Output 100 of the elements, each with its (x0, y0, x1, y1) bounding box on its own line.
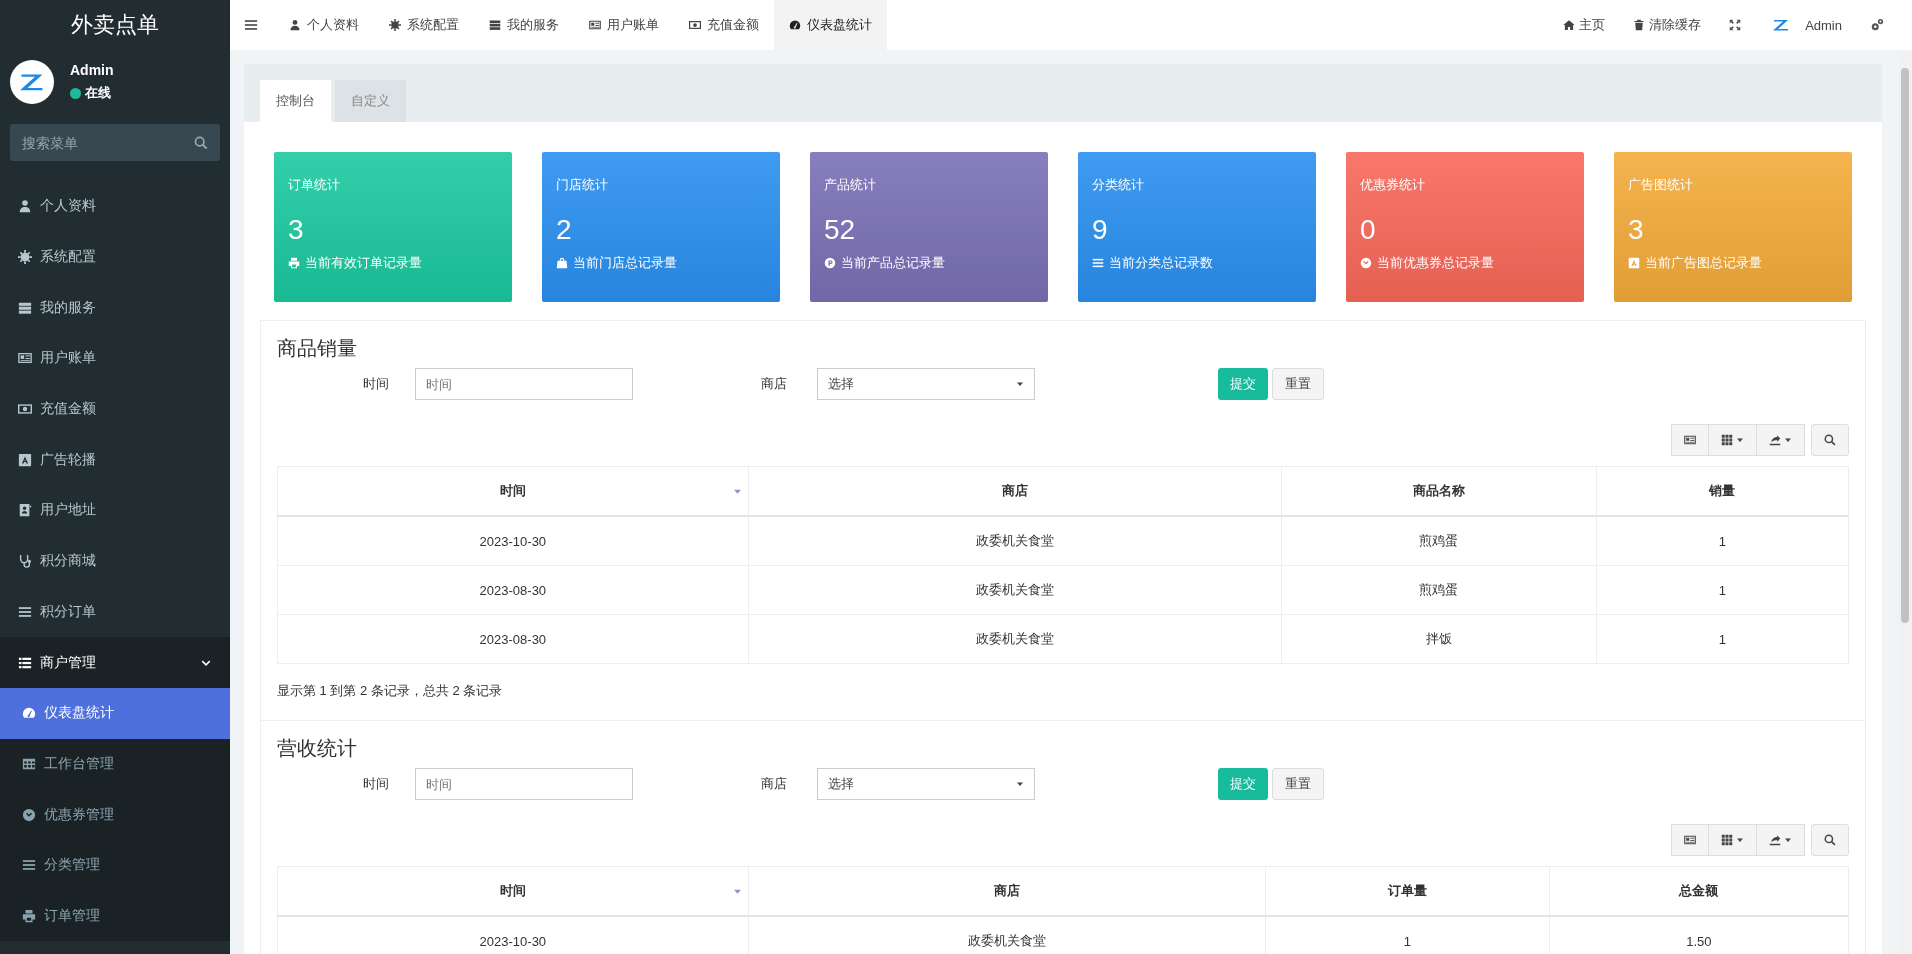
time-input-field[interactable]: 时间 (415, 768, 633, 800)
gauge-icon (789, 19, 801, 31)
grid-icon (1721, 434, 1733, 446)
columns-button[interactable] (1708, 824, 1757, 856)
nav-link[interactable]: 清除缓存 (1619, 16, 1716, 34)
table-cell: 1 (1596, 516, 1849, 566)
reset-button[interactable]: 重置 (1272, 768, 1324, 800)
caret-icon (1016, 380, 1024, 388)
printer-icon (22, 908, 36, 923)
column-header[interactable]: 商品名称 (1281, 466, 1597, 516)
card-title: 产品统计 (824, 176, 877, 194)
banknote-icon (18, 402, 32, 417)
section-title: 营收统计 (277, 736, 358, 761)
time-input-field[interactable]: 时间 (415, 368, 633, 400)
column-header[interactable]: 时间 (277, 466, 749, 516)
columns-button[interactable] (1708, 424, 1757, 456)
table-icon (22, 756, 36, 771)
nav-tab[interactable]: 用户账单 (574, 0, 674, 50)
column-header[interactable]: 总金额 (1549, 866, 1849, 916)
list-icon (22, 858, 36, 873)
sidebar-item[interactable]: 个人资料 (0, 181, 230, 232)
nav-tab[interactable]: 个人资料 (274, 0, 374, 50)
search-icon (1824, 434, 1836, 446)
table-cell: 煎鸡蛋 (1281, 516, 1597, 566)
search-icon (1824, 834, 1836, 846)
list-icon (1092, 257, 1104, 269)
column-header[interactable]: 销量 (1596, 466, 1849, 516)
toggle-view-button[interactable] (1671, 424, 1709, 456)
shop-select[interactable]: 选择 (817, 768, 1035, 800)
sidebar-item[interactable]: 系统配置 (0, 231, 230, 283)
toggle-view-button[interactable] (1671, 824, 1709, 856)
table-cell: 政委机关食堂 (748, 614, 1282, 664)
pagination-info: 显示第 1 到第 2 条记录，总共 2 条记录 (277, 682, 504, 700)
search-button[interactable] (1811, 824, 1849, 856)
export-button[interactable] (1756, 424, 1805, 456)
fullscreen-icon[interactable] (1729, 19, 1742, 31)
nav-tab[interactable]: 我的服务 (474, 0, 574, 50)
card-title: 广告图统计 (1628, 176, 1694, 194)
ad-icon (1628, 257, 1640, 269)
sort-icon (732, 487, 742, 496)
column-header[interactable]: 时间 (277, 866, 749, 916)
sidebar-subitem[interactable]: 分类管理 (0, 839, 230, 891)
table-cell: 2023-08-30 (277, 614, 749, 664)
page-tab[interactable]: 控制台 (260, 80, 331, 122)
nav-tab[interactable]: 系统配置 (374, 0, 474, 50)
nav-tab[interactable]: 充值金额 (674, 0, 774, 50)
column-header[interactable]: 商店 (748, 466, 1282, 516)
card-value: 2 (556, 214, 573, 246)
sidebar-subitem[interactable]: 工作台管理 (0, 738, 230, 790)
nav-tab[interactable]: 仪表盘统计 (774, 0, 887, 50)
user-name: Admin (70, 62, 114, 78)
shop-select[interactable]: 选择 (817, 368, 1035, 400)
sidebar-subitem[interactable]: 订单管理 (0, 890, 230, 942)
user-menu[interactable]: Admin (1755, 17, 1856, 33)
column-header[interactable]: 商店 (748, 866, 1266, 916)
export-button[interactable] (1756, 824, 1805, 856)
menu-icon[interactable] (244, 18, 258, 32)
sidebar-group[interactable]: 商户管理 (0, 637, 230, 688)
nav-link[interactable]: 主页 (1549, 16, 1620, 34)
sidebar-item[interactable]: 积分商城 (0, 535, 230, 587)
caret-icon (1784, 436, 1792, 444)
user-icon (289, 19, 301, 31)
table-cell: 政委机关食堂 (748, 565, 1282, 615)
sidebar-subitem[interactable]: 优惠券管理 (0, 789, 230, 840)
sidebar-item[interactable]: 用户账单 (0, 333, 230, 384)
sidebar-item[interactable]: 充值金额 (0, 383, 230, 435)
avatar-logo-icon (10, 60, 54, 104)
sidebar-item[interactable]: 我的服务 (0, 282, 230, 334)
sidebar-item[interactable]: 用户地址 (0, 485, 230, 536)
reset-button[interactable]: 重置 (1272, 368, 1324, 400)
bag-icon (556, 257, 568, 269)
sidebar-item[interactable]: 积分订单 (0, 586, 230, 638)
gear-icon (18, 250, 32, 265)
sidebar-subitem[interactable]: 仪表盘统计 (0, 687, 230, 739)
printer-icon (288, 257, 300, 269)
banknote-icon (689, 19, 701, 31)
sort-icon (732, 887, 742, 896)
field-label: 商店 (760, 775, 787, 793)
field-label: 时间 (362, 375, 389, 393)
newspaper-icon (18, 351, 32, 366)
column-header[interactable]: 订单量 (1265, 866, 1550, 916)
scrollbar[interactable] (1898, 50, 1912, 954)
card-caption: 当前广告图总记录量 (1645, 254, 1762, 272)
home-icon (1563, 19, 1576, 31)
search-button[interactable] (1811, 424, 1849, 456)
card-caption: 当前门店总记录量 (573, 254, 677, 272)
table-cell: 拌饭 (1281, 614, 1597, 664)
settings-icon[interactable] (1870, 18, 1884, 32)
card-caption: 当前优惠券总记录量 (1377, 254, 1494, 272)
table-cell: 2023-10-30 (277, 516, 749, 566)
card-title: 订单统计 (288, 176, 341, 194)
table-cell: 2023-10-30 (277, 916, 749, 954)
table-cell: 政委机关食堂 (748, 516, 1282, 566)
card-value: 3 (288, 214, 305, 246)
card-title: 门店统计 (556, 176, 609, 194)
card-value: 52 (824, 214, 857, 246)
menu-search-field[interactable]: 搜索菜单 (10, 124, 220, 161)
sidebar-item[interactable]: 广告轮播 (0, 434, 230, 486)
user-icon (18, 199, 32, 214)
field-label: 时间 (362, 775, 389, 793)
